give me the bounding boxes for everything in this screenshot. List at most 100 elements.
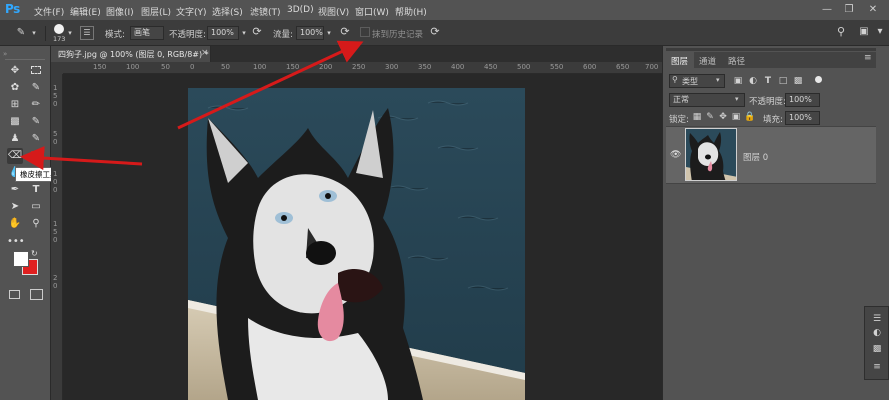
adjustments-icon[interactable]: ◐ (871, 327, 883, 339)
lock-all-icon[interactable]: 🔒 (744, 111, 755, 123)
menu-edit[interactable]: 编辑(E) (70, 5, 101, 18)
brush-settings-icon[interactable]: ☰ (80, 26, 94, 40)
opacity-field[interactable]: 100% (207, 26, 239, 40)
rectangle-tool-icon[interactable]: ▭ (28, 199, 44, 215)
ruler-tick-label: 0 (53, 236, 58, 244)
swap-colors-icon[interactable]: ↻ (31, 249, 38, 258)
type-tool-icon[interactable]: T (28, 182, 44, 198)
move-tool-icon[interactable]: ✥ (7, 63, 23, 79)
mini-panel-dock: ☰ ◐ ▩ ≡ (864, 306, 889, 380)
ruler-tick-label: 50 (221, 63, 230, 71)
menu-help[interactable]: 帮助(H) (395, 5, 427, 18)
mode-select[interactable]: 画笔 (130, 26, 164, 40)
blend-mode-select[interactable]: 正常 (669, 93, 745, 107)
menu-image[interactable]: 图像(I) (106, 5, 134, 18)
chevron-down-icon[interactable]: ▾ (66, 27, 74, 39)
document-tab[interactable]: 四狗子.jpg @ 100% (图层 0, RGB/8#) * × (51, 46, 211, 62)
clone-stamp-tool-icon[interactable]: ♟ (7, 131, 23, 147)
erase-history-checkbox[interactable] (360, 27, 370, 37)
zoom-tool-icon[interactable]: ⚲ (28, 216, 44, 232)
lasso-tool-icon[interactable]: ✿ (7, 80, 23, 96)
filter-kind-value: 类型 (682, 77, 698, 86)
foreground-color-swatch[interactable] (13, 251, 29, 267)
close-icon[interactable]: ✕ (866, 4, 880, 16)
chevron-down-icon: ▾ (735, 95, 739, 103)
ruler-tick-label: 1 (53, 220, 58, 228)
layer-opacity-field[interactable]: 100% (785, 93, 820, 107)
photoshop-logo: Ps (5, 2, 20, 16)
filter-adjustment-icon[interactable]: ◐ (747, 75, 759, 87)
menu-window[interactable]: 窗口(W) (355, 5, 389, 18)
filter-smart-object-icon[interactable]: ▩ (792, 75, 804, 87)
filter-pixel-icon[interactable]: ▣ (732, 75, 744, 87)
quick-select-tool-icon[interactable]: ✎ (28, 80, 44, 96)
panel-menu-icon[interactable]: ≡ (864, 53, 872, 63)
filter-type-icon[interactable]: T (762, 75, 774, 87)
layer-thumbnail[interactable] (685, 128, 737, 181)
menu-file[interactable]: 文件(F) (34, 5, 64, 18)
gradient-tool-icon[interactable] (28, 148, 44, 164)
sliders-icon[interactable]: ≡ (871, 361, 883, 373)
tab-paths[interactable]: 路径 (728, 55, 745, 67)
chevron-down-icon[interactable]: ▾ (240, 27, 248, 39)
search-icon[interactable]: ⚲ (834, 26, 848, 38)
lock-transparent-icon[interactable]: ▦ (692, 111, 702, 123)
chevron-down-icon: ▾ (716, 76, 720, 84)
menu-3d[interactable]: 3D(D) (287, 5, 314, 15)
menu-type[interactable]: 文字(Y) (176, 5, 207, 18)
eraser-tool-icon[interactable]: ⌫ (7, 148, 23, 164)
fill-field[interactable]: 100% (785, 111, 820, 125)
pressure-opacity-icon[interactable]: ⟳ (250, 26, 264, 38)
pen-tool-icon[interactable]: ✒ (7, 182, 23, 198)
more-tools-icon[interactable]: ••• (7, 234, 25, 250)
quick-mask-icon[interactable] (9, 290, 20, 299)
screen-mode-icon[interactable] (30, 289, 43, 300)
filter-toggle-icon[interactable] (815, 76, 822, 83)
lock-position-icon[interactable]: ✥ (718, 111, 728, 123)
lock-pixels-icon[interactable]: ✎ (705, 111, 715, 123)
minimize-icon[interactable]: — (820, 4, 834, 16)
layer-name[interactable]: 图层 0 (743, 151, 768, 163)
restore-icon[interactable]: ❐ (842, 4, 856, 16)
chevron-down-icon[interactable]: ▾ (874, 26, 886, 38)
brush-preview-icon[interactable] (54, 24, 64, 34)
ruler-tick-label: 200 (319, 63, 333, 71)
ruler-tick-label: 600 (583, 63, 597, 71)
brush-tool-icon[interactable]: ✎ (28, 114, 44, 130)
visibility-eye-icon[interactable]: 👁 (670, 150, 681, 160)
airbrush-icon[interactable]: ⟳ (338, 26, 352, 38)
healing-brush-tool-icon[interactable]: ▩ (7, 114, 23, 130)
menu-select[interactable]: 选择(S) (212, 5, 243, 18)
filter-kind-select[interactable]: ⚲ 类型 ▾ (669, 74, 725, 88)
document-image[interactable] (188, 88, 525, 400)
hand-tool-icon[interactable]: ✋ (7, 216, 23, 232)
filter-shape-icon[interactable]: □ (777, 75, 789, 87)
ruler-tick-label: 0 (53, 178, 58, 186)
menu-view[interactable]: 视图(V) (318, 5, 349, 18)
chevron-down-icon[interactable]: ▾ (325, 27, 333, 39)
ruler-tick-label: 5 (53, 228, 58, 236)
path-select-tool-icon[interactable]: ➤ (7, 199, 23, 215)
menu-layer[interactable]: 图层(L) (141, 5, 171, 18)
lock-artboard-icon[interactable]: ▣ (731, 111, 741, 123)
chevron-down-icon[interactable]: ▾ (30, 27, 38, 39)
tab-layers[interactable]: 图层 (671, 55, 688, 67)
eraser-tool-icon[interactable]: ✎ (14, 27, 28, 39)
crop-tool-icon[interactable]: ⊞ (7, 97, 23, 113)
tab-channels[interactable]: 通道 (699, 55, 716, 67)
workspace-icon[interactable]: ▣ (857, 26, 871, 38)
ruler-tick-label: 150 (93, 63, 107, 71)
collapse-icon[interactable]: » (3, 50, 7, 58)
close-icon[interactable]: × (201, 48, 209, 58)
marquee-tool-icon[interactable] (28, 63, 44, 79)
history-brush-tool-icon[interactable]: ✎ (28, 131, 44, 147)
flow-field[interactable]: 100% (296, 26, 324, 40)
libraries-icon[interactable]: ▩ (871, 343, 883, 355)
properties-icon[interactable]: ☰ (871, 313, 883, 325)
flow-label: 流量: (273, 30, 293, 40)
pressure-size-icon[interactable]: ⟳ (428, 26, 442, 38)
ruler-tick-label: 1 (53, 84, 58, 92)
eyedropper-tool-icon[interactable]: ✏ (28, 97, 44, 113)
ruler-tick-label: 0 (190, 63, 195, 71)
menu-filter[interactable]: 滤镜(T) (250, 5, 281, 18)
